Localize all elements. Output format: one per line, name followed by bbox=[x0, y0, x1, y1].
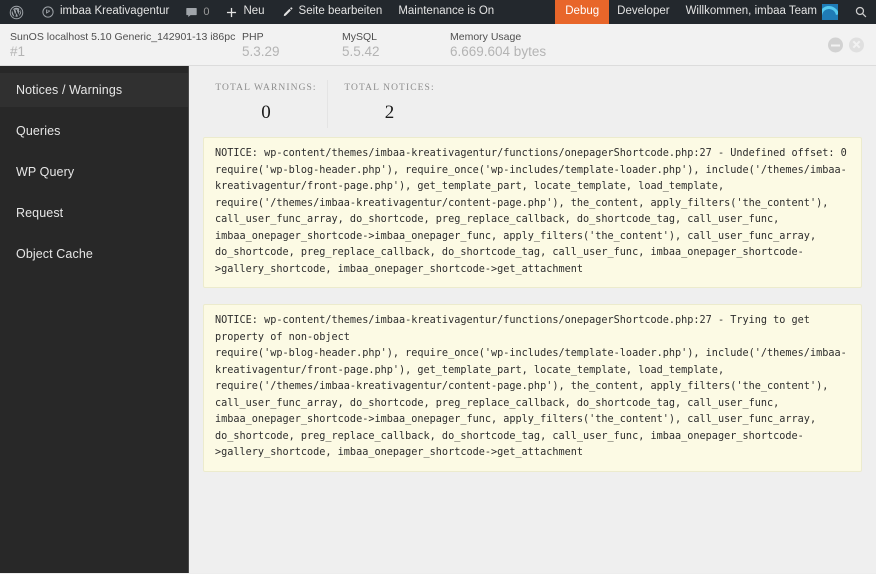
search-button[interactable] bbox=[846, 0, 876, 24]
minimize-button[interactable] bbox=[828, 37, 843, 52]
debug-button[interactable]: Debug bbox=[555, 0, 610, 24]
info-mysql-value: 5.5.42 bbox=[342, 43, 380, 59]
debug-info-bar: SunOS localhost 5.10 Generic_142901-13 i… bbox=[0, 24, 876, 66]
comment-bubble-icon bbox=[185, 6, 198, 19]
plus-icon bbox=[225, 6, 238, 19]
info-memory-value: 6.669.604 bytes bbox=[450, 43, 547, 59]
sidebar-item-notices-warnings[interactable]: Notices / Warnings bbox=[0, 73, 188, 107]
info-memory: Memory Usage 6.669.604 bytes bbox=[450, 30, 650, 60]
stat-total-notices: Total Notices: 2 bbox=[328, 80, 451, 128]
stat-total-warnings: Total Warnings: 0 bbox=[205, 80, 328, 128]
sidebar-item-label: Object Cache bbox=[16, 247, 93, 261]
maintenance-status-item[interactable]: Maintenance is On bbox=[390, 0, 502, 24]
search-icon bbox=[854, 5, 868, 19]
close-button[interactable] bbox=[849, 37, 864, 52]
site-name-label: imbaa Kreativagentur bbox=[60, 5, 170, 18]
edit-page-label: Seite bearbeiten bbox=[298, 5, 383, 18]
info-php: PHP 5.3.29 bbox=[242, 30, 342, 60]
avatar bbox=[822, 4, 838, 20]
account-menu-button[interactable]: Willkommen, imbaa Team bbox=[678, 0, 846, 24]
sidebar-item-label: WP Query bbox=[16, 165, 75, 179]
maintenance-status-label: Maintenance is On bbox=[398, 5, 495, 18]
minus-icon bbox=[831, 44, 840, 46]
wordpress-logo-button[interactable] bbox=[0, 0, 33, 24]
sidebar-item-wp-query[interactable]: WP Query bbox=[0, 155, 188, 189]
site-name-button[interactable]: imbaa Kreativagentur bbox=[33, 0, 177, 24]
info-mysql: MySQL 5.5.42 bbox=[342, 30, 450, 60]
info-os-label: SunOS localhost 5.10 Generic_142901-13 i… bbox=[10, 30, 236, 43]
stat-value: 0 bbox=[261, 102, 271, 123]
totals-row: Total Warnings: 0 Total Notices: 2 bbox=[189, 66, 876, 128]
comments-count: 0 bbox=[203, 6, 210, 18]
sidebar-item-label: Request bbox=[16, 206, 64, 220]
debug-sidebar: Notices / Warnings Queries WP Query Requ… bbox=[0, 66, 189, 573]
developer-label: Developer bbox=[617, 5, 670, 18]
debug-label: Debug bbox=[565, 5, 600, 18]
info-os: SunOS localhost 5.10 Generic_142901-13 i… bbox=[10, 30, 242, 60]
info-php-value: 5.3.29 bbox=[242, 43, 280, 59]
home-icon bbox=[41, 5, 55, 19]
debug-main-panel: Total Warnings: 0 Total Notices: 2 NOTIC… bbox=[189, 66, 876, 573]
sidebar-item-object-cache[interactable]: Object Cache bbox=[0, 237, 188, 271]
wordpress-logo-icon bbox=[9, 5, 24, 20]
info-mysql-label: MySQL bbox=[342, 30, 378, 43]
wp-admin-bar: imbaa Kreativagentur 0 Neu Seite bearbei… bbox=[0, 0, 876, 24]
notice-item: NOTICE: wp-content/themes/imbaa-kreativa… bbox=[203, 137, 862, 288]
info-memory-label: Memory Usage bbox=[450, 30, 522, 43]
info-php-label: PHP bbox=[242, 30, 264, 43]
new-content-button[interactable]: Neu bbox=[217, 0, 272, 24]
stat-label: Total Warnings: bbox=[215, 83, 317, 93]
notice-item: NOTICE: wp-content/themes/imbaa-kreativa… bbox=[203, 304, 862, 472]
sidebar-top-gap bbox=[0, 66, 188, 73]
stat-label: Total Notices: bbox=[344, 83, 435, 93]
greeting-label: Willkommen, imbaa Team bbox=[685, 5, 817, 18]
edit-page-button[interactable]: Seite bearbeiten bbox=[273, 0, 391, 24]
notices-list: NOTICE: wp-content/themes/imbaa-kreativa… bbox=[189, 128, 876, 472]
developer-menu-button[interactable]: Developer bbox=[609, 0, 677, 24]
stat-value: 2 bbox=[384, 102, 395, 123]
sidebar-item-request[interactable]: Request bbox=[0, 196, 188, 230]
new-content-label: Neu bbox=[243, 5, 265, 18]
comments-button[interactable]: 0 bbox=[177, 0, 217, 24]
pencil-icon bbox=[281, 6, 294, 19]
sidebar-item-queries[interactable]: Queries bbox=[0, 114, 188, 148]
sidebar-item-label: Notices / Warnings bbox=[16, 83, 123, 97]
panel-body: Notices / Warnings Queries WP Query Requ… bbox=[0, 66, 876, 573]
adminbar-spacer bbox=[502, 0, 555, 24]
sidebar-item-label: Queries bbox=[16, 124, 61, 138]
info-os-value: #1 bbox=[10, 43, 26, 59]
panel-controls bbox=[828, 37, 864, 52]
